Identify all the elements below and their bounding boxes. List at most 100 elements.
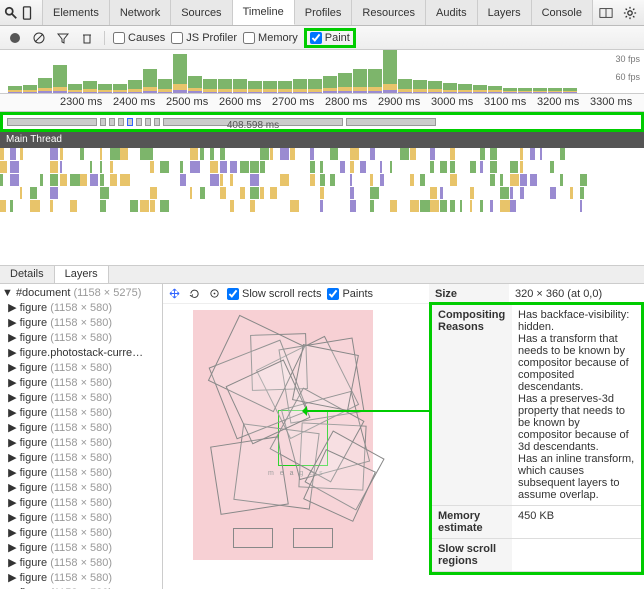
flame-block[interactable] xyxy=(550,161,554,173)
flame-block[interactable] xyxy=(580,174,587,186)
flame-block[interactable] xyxy=(370,174,373,186)
flame-block[interactable] xyxy=(520,187,524,199)
flame-block[interactable] xyxy=(180,161,183,173)
flame-block[interactable] xyxy=(100,148,102,160)
frame-bar[interactable] xyxy=(158,50,172,93)
tab-sources[interactable]: Sources xyxy=(171,0,232,25)
flame-block[interactable] xyxy=(200,148,204,160)
frame-bar[interactable] xyxy=(338,50,352,93)
flame-block[interactable] xyxy=(220,174,223,186)
flame-block[interactable] xyxy=(320,161,323,173)
flame-block[interactable] xyxy=(330,174,335,186)
flame-block[interactable] xyxy=(150,187,157,199)
flame-block[interactable] xyxy=(370,148,375,160)
flame-block[interactable] xyxy=(210,174,219,186)
gear-icon[interactable] xyxy=(619,2,641,24)
frame-bar[interactable] xyxy=(353,50,367,93)
tree-row[interactable]: ▶ figure.photostack-curre… xyxy=(2,345,160,360)
flame-block[interactable] xyxy=(370,187,379,199)
rotate-icon[interactable] xyxy=(187,287,201,301)
flame-block[interactable] xyxy=(220,148,225,160)
frame-bar[interactable] xyxy=(293,50,307,93)
flame-block[interactable] xyxy=(90,161,92,173)
frame-bar[interactable] xyxy=(248,50,262,93)
flame-block[interactable] xyxy=(500,174,503,186)
device-icon[interactable] xyxy=(20,2,34,24)
flame-block[interactable] xyxy=(410,174,414,186)
frame-bar[interactable] xyxy=(503,50,517,93)
flame-block[interactable] xyxy=(100,187,109,199)
flame-block[interactable] xyxy=(490,148,497,160)
tab-console[interactable]: Console xyxy=(532,0,593,25)
flame-block[interactable] xyxy=(250,200,255,212)
tree-row[interactable]: ▶ figure (1158 × 580) xyxy=(2,510,160,525)
flame-block[interactable] xyxy=(310,161,315,173)
tab-profiles[interactable]: Profiles xyxy=(295,0,353,25)
flame-block[interactable] xyxy=(290,148,295,160)
flame-block[interactable] xyxy=(60,174,67,186)
flame-block[interactable] xyxy=(440,200,447,212)
flame-block[interactable] xyxy=(350,161,354,173)
flame-block[interactable] xyxy=(230,161,237,173)
tree-row[interactable]: ▶ figure (1158 × 580) xyxy=(2,540,160,555)
flame-block[interactable] xyxy=(350,148,359,160)
frame-bar[interactable] xyxy=(458,50,472,93)
flame-block[interactable] xyxy=(580,200,582,212)
flame-block[interactable] xyxy=(270,187,277,199)
paint-checkbox[interactable]: Paint xyxy=(304,28,356,48)
overview-segment[interactable] xyxy=(145,118,151,126)
frame-bar[interactable] xyxy=(548,50,562,93)
flame-block[interactable] xyxy=(50,148,58,160)
flame-block[interactable] xyxy=(490,174,495,186)
tree-row[interactable]: ▶ figure (1158 × 580) xyxy=(2,420,160,435)
frame-bar[interactable] xyxy=(143,50,157,93)
overview-segment[interactable] xyxy=(346,118,436,126)
flame-block[interactable] xyxy=(200,187,205,199)
flame-block[interactable] xyxy=(210,148,214,160)
flame-block[interactable] xyxy=(120,174,130,186)
flame-block[interactable] xyxy=(110,174,117,186)
tree-row[interactable]: ▶ figure (1158 × 580) xyxy=(2,435,160,450)
flame-block[interactable] xyxy=(10,161,19,173)
flame-block[interactable] xyxy=(320,174,325,186)
flame-block[interactable] xyxy=(320,200,323,212)
flame-block[interactable] xyxy=(430,200,439,212)
pan-icon[interactable] xyxy=(167,287,181,301)
flame-block[interactable] xyxy=(180,174,186,186)
frame-bar[interactable] xyxy=(203,50,217,93)
tree-row[interactable]: ▶ figure (1158 × 580) xyxy=(2,570,160,585)
flame-block[interactable] xyxy=(310,174,315,186)
flame-block[interactable] xyxy=(490,161,497,173)
tree-row[interactable]: ▶ figure (1158 × 580) xyxy=(2,585,160,589)
flame-block[interactable] xyxy=(570,187,573,199)
flame-block[interactable] xyxy=(60,148,63,160)
flame-block[interactable] xyxy=(50,187,58,199)
flame-block[interactable] xyxy=(10,174,19,186)
flame-block[interactable] xyxy=(530,174,537,186)
record-icon[interactable] xyxy=(6,29,24,47)
tree-row[interactable]: ▶ figure (1158 × 580) xyxy=(2,480,160,495)
tree-row[interactable]: ▶ figure (1158 × 580) xyxy=(2,495,160,510)
frame-bar[interactable] xyxy=(428,50,442,93)
flame-block[interactable] xyxy=(70,174,80,186)
flame-block[interactable] xyxy=(40,174,43,186)
tab-resources[interactable]: Resources xyxy=(352,0,426,25)
frame-bar[interactable] xyxy=(563,50,577,93)
overview-segment[interactable] xyxy=(118,118,124,126)
flame-block[interactable] xyxy=(100,174,104,186)
flame-block[interactable] xyxy=(560,148,565,160)
layerbox[interactable] xyxy=(233,528,273,548)
flame-block[interactable] xyxy=(260,148,269,160)
tab-details[interactable]: Details xyxy=(0,266,55,283)
flame-block[interactable] xyxy=(430,148,435,160)
frame-bar[interactable] xyxy=(278,50,292,93)
flame-block[interactable] xyxy=(100,161,102,173)
frame-bar[interactable] xyxy=(443,50,457,93)
flame-block[interactable] xyxy=(20,187,22,199)
frame-bar[interactable] xyxy=(398,50,412,93)
flame-block[interactable] xyxy=(420,174,425,186)
frame-bar[interactable] xyxy=(113,50,127,93)
flame-block[interactable] xyxy=(190,148,198,160)
overview-segment[interactable] xyxy=(7,118,97,126)
flame-block[interactable] xyxy=(0,148,4,160)
